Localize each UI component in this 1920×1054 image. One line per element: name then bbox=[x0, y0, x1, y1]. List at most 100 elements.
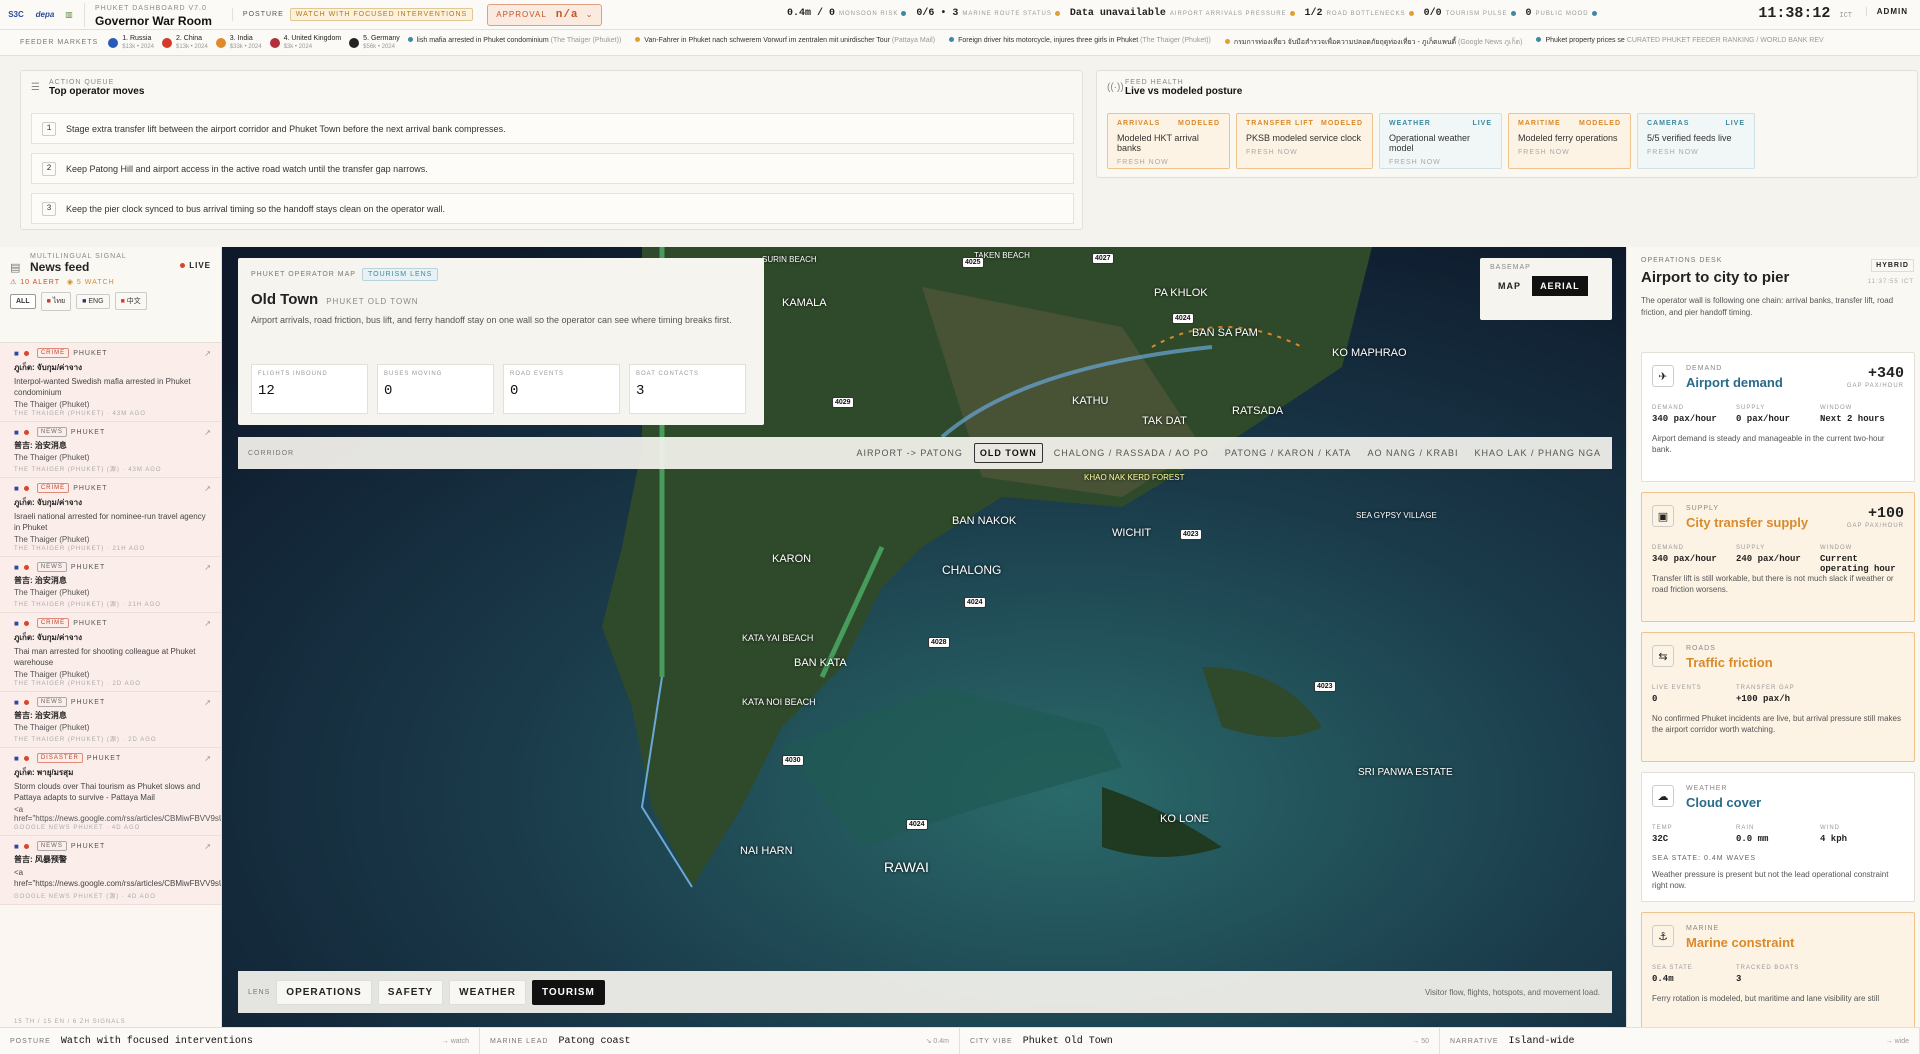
ops-card-demand[interactable]: ✈ DEMAND Airport demand +340 GAP PAX/HOUR DEM… bbox=[1641, 352, 1915, 482]
ops-card-roads[interactable]: ⇆ ROADS Traffic friction LIVE EVENTS 0 TRANSF… bbox=[1641, 632, 1915, 762]
corridor-ao-nang[interactable]: AO NANG / KRABI bbox=[1362, 444, 1463, 462]
feeder-market[interactable]: 4. United Kingdom $3k • 2024 bbox=[269, 35, 341, 51]
news-item[interactable]: ■ NEWS PHUKET 普吉: 治安消息 The Thaiger (Phuket) T… bbox=[0, 557, 221, 613]
metric-4: 0/0 TOURISM PULSE bbox=[1424, 8, 1516, 19]
basemap-map-button[interactable]: MAP bbox=[1490, 276, 1529, 296]
corridor-khao-lak[interactable]: KHAO LAK / PHANG NGA bbox=[1469, 444, 1606, 462]
ticker-item[interactable]: lish mafia arrested in Phuket condominiu… bbox=[407, 37, 621, 48]
feeder-market[interactable]: 1. Russia $13k • 2024 bbox=[108, 35, 154, 51]
ticker-item[interactable]: กรมการท่องเที่ยว จับมือสำรวจเพื่อความปลอ… bbox=[1224, 37, 1523, 48]
external-link-icon[interactable]: ↗ bbox=[204, 754, 211, 763]
news-item[interactable]: ■ NEWS PHUKET 普吉: 治安消息 The Thaiger (Phuket) T… bbox=[0, 422, 221, 478]
ops-card-marine[interactable]: ⚓ MARINE Marine constraint SEA STATE 0.4m TRA… bbox=[1641, 912, 1915, 1027]
action-item[interactable]: 2 Keep Patong Hill and airport access in … bbox=[31, 153, 1074, 184]
action-item[interactable]: 3 Keep the pier clock synced to bus arriv… bbox=[31, 193, 1074, 224]
external-link-icon[interactable]: ↗ bbox=[204, 484, 211, 493]
external-link-icon[interactable]: ↗ bbox=[204, 349, 211, 358]
basemap-aerial-button[interactable]: AERIAL bbox=[1532, 276, 1588, 296]
kpi-buses: BUSES MOVING 0 bbox=[377, 364, 494, 414]
ticker-item[interactable]: Phuket property prices se CURATED PHUKET… bbox=[1536, 37, 1824, 48]
filter-tab-all[interactable]: ALL bbox=[10, 294, 36, 309]
basemap-switcher: BASEMAP MAP AERIAL bbox=[1480, 258, 1612, 320]
ticker-item[interactable]: Van-Fahrer in Phuket nach schwerem Vorwu… bbox=[635, 37, 935, 48]
news-item[interactable]: ■ CRIME PHUKET ภูเก็ต: จับกุม/ค่าจาง Israeli… bbox=[0, 478, 221, 557]
feeder-market[interactable]: 5. Germany $56k • 2024 bbox=[349, 35, 400, 51]
ops-card-weather[interactable]: ☁ WEATHER Cloud cover TEMP 32C RAIN 0.0 mm WIND… bbox=[1641, 772, 1915, 902]
status-dot bbox=[1510, 11, 1516, 16]
card-desc: No confirmed Phuket incidents are live, … bbox=[1652, 714, 1901, 734]
corridor-chalong[interactable]: CHALONG / RASSADA / AO PO bbox=[1049, 444, 1214, 462]
feed-card-cameras[interactable]: CAMERAS LIVE 5/5 verified feeds live FRES… bbox=[1637, 113, 1755, 169]
lens-safety[interactable]: SAFETY bbox=[377, 979, 444, 1005]
market-name-block: 3. India $33k • 2024 bbox=[230, 35, 262, 51]
flag-icon: ■ bbox=[120, 298, 125, 305]
ticker-text: Foreign driver hits motorcycle, injures … bbox=[958, 37, 1139, 44]
filter-tab-thai[interactable]: ■ ไทย bbox=[40, 292, 72, 311]
external-link-icon[interactable]: ↗ bbox=[204, 698, 211, 707]
map-place-label: PA KHLOK bbox=[1154, 287, 1208, 299]
external-link-icon[interactable]: ↗ bbox=[204, 619, 211, 628]
news-item[interactable]: ■ CRIME PHUKET ภูเก็ต: จับกุม/ค่าจาง Thai ma… bbox=[0, 613, 221, 692]
flag-icon: ■ bbox=[14, 753, 20, 763]
action-item[interactable]: 1 Stage extra transfer lift between the a… bbox=[31, 113, 1074, 144]
segment-value: Island-wide bbox=[1508, 1035, 1575, 1047]
map-place-label: KO LONE bbox=[1160, 813, 1209, 825]
kpi-label: BOAT CONTACTS bbox=[636, 371, 700, 377]
approval-dropdown[interactable]: APPROVAL n/a ⌄ bbox=[487, 3, 603, 26]
filter-tab-chinese[interactable]: ■ 中文 bbox=[114, 292, 147, 310]
metric-5: 0 PUBLIC MOOD bbox=[1526, 8, 1597, 19]
admin-button[interactable]: ADMIN bbox=[1865, 7, 1908, 16]
kpi-value: 0 bbox=[384, 383, 393, 399]
external-link-icon[interactable]: ↗ bbox=[204, 428, 211, 437]
lens-label: LENS bbox=[248, 988, 271, 996]
news-item[interactable]: ■ NEWS PHUKET 普吉: 风暴预警 <a href="https://news… bbox=[0, 836, 221, 905]
lens-weather[interactable]: WEATHER bbox=[449, 979, 526, 1005]
grid-label: TEMP bbox=[1652, 825, 1673, 831]
external-link-icon[interactable]: ↗ bbox=[204, 563, 211, 572]
feed-state: LIVE bbox=[1472, 120, 1492, 127]
news-source: The Thaiger (Phuket) bbox=[14, 723, 90, 732]
filter-tab-english[interactable]: ■ ENG bbox=[76, 294, 110, 309]
ticker-item[interactable]: Foreign driver hits motorcycle, injures … bbox=[949, 37, 1211, 48]
grid-cell: WINDOW Next 2 hours bbox=[1820, 405, 1904, 424]
corridor-patong-karon[interactable]: PATONG / KARON / KATA bbox=[1220, 444, 1357, 462]
lens-bar: LENS OPERATIONS SAFETY WEATHER TOURISM V… bbox=[238, 971, 1612, 1013]
map-place-label: BAN SA PAM bbox=[1192, 327, 1258, 339]
news-title: 普吉: 治安消息 bbox=[14, 441, 67, 450]
flag-icon: ■ bbox=[14, 697, 20, 707]
road-shield: 4023 bbox=[1180, 529, 1202, 540]
kpi-value: 3 bbox=[636, 383, 645, 399]
lens-operations[interactable]: OPERATIONS bbox=[276, 979, 372, 1005]
feeder-market[interactable]: 3. India $33k • 2024 bbox=[215, 35, 262, 51]
alert-count-text: 10 ALERT bbox=[20, 279, 60, 286]
feed-fresh: FRESH NOW bbox=[1389, 159, 1441, 166]
news-item[interactable]: ■ CRIME PHUKET ภูเก็ต: จับกุม/ค่าจาง Interpo… bbox=[0, 343, 221, 422]
posture-chip: WATCH WITH FOCUSED INTERVENTIONS bbox=[289, 8, 474, 21]
card-value-label: GAP PAX/HOUR bbox=[1846, 383, 1904, 389]
action-queue-panel: ☰ ACTION QUEUE Top operator moves 1 Stage… bbox=[20, 70, 1083, 230]
news-item[interactable]: ■ DISASTER PHUKET ภูเก็ต: พายุ/มรสุม Storm c… bbox=[0, 748, 221, 836]
feeder-market[interactable]: 2. China $13k • 2024 bbox=[161, 35, 208, 51]
news-body: Interpol-wanted Swedish mafia arrested i… bbox=[14, 377, 191, 397]
card-name: Cloud cover bbox=[1686, 795, 1762, 810]
external-link-icon[interactable]: ↗ bbox=[204, 842, 211, 851]
corridor-old-town[interactable]: OLD TOWN bbox=[973, 443, 1043, 463]
map-place-label: KATHU bbox=[1072, 395, 1109, 407]
feed-desc: 5/5 verified feeds live bbox=[1647, 133, 1732, 143]
feed-card-maritime[interactable]: MARITIME MODELED Modeled ferry operations… bbox=[1508, 113, 1631, 169]
feed-card-weather[interactable]: WEATHER LIVE Operational weather model FR… bbox=[1379, 113, 1502, 169]
feed-card-transfer-lift[interactable]: TRANSFER LIFT MODELED PKSB modeled servic… bbox=[1236, 113, 1373, 169]
corridor-airport-patong[interactable]: AIRPORT -> PATONG bbox=[851, 444, 967, 462]
ops-card-supply[interactable]: ▣ SUPPLY City transfer supply +100 GAP PAX/H… bbox=[1641, 492, 1915, 622]
basemap-label: BASEMAP bbox=[1490, 264, 1531, 271]
news-item[interactable]: ■ NEWS PHUKET 普吉: 治安消息 The Thaiger (Phuket) T… bbox=[0, 692, 221, 748]
ticker-dot bbox=[1536, 37, 1542, 42]
lens-tourism[interactable]: TOURISM bbox=[531, 979, 605, 1005]
metric-value: 0 bbox=[1525, 8, 1532, 19]
action-text: Keep the pier clock synced to bus arriva… bbox=[66, 203, 446, 214]
alert-dot bbox=[23, 564, 29, 570]
grid-cell: SUPPLY 240 pax/hour bbox=[1736, 545, 1820, 574]
ticker-source: (Google News ภูเก็ต) bbox=[1458, 39, 1523, 46]
chevron-down-icon: ⌄ bbox=[585, 9, 594, 19]
feed-card-arrivals[interactable]: ARRIVALS MODELED Modeled HKT arrival bank… bbox=[1107, 113, 1230, 169]
